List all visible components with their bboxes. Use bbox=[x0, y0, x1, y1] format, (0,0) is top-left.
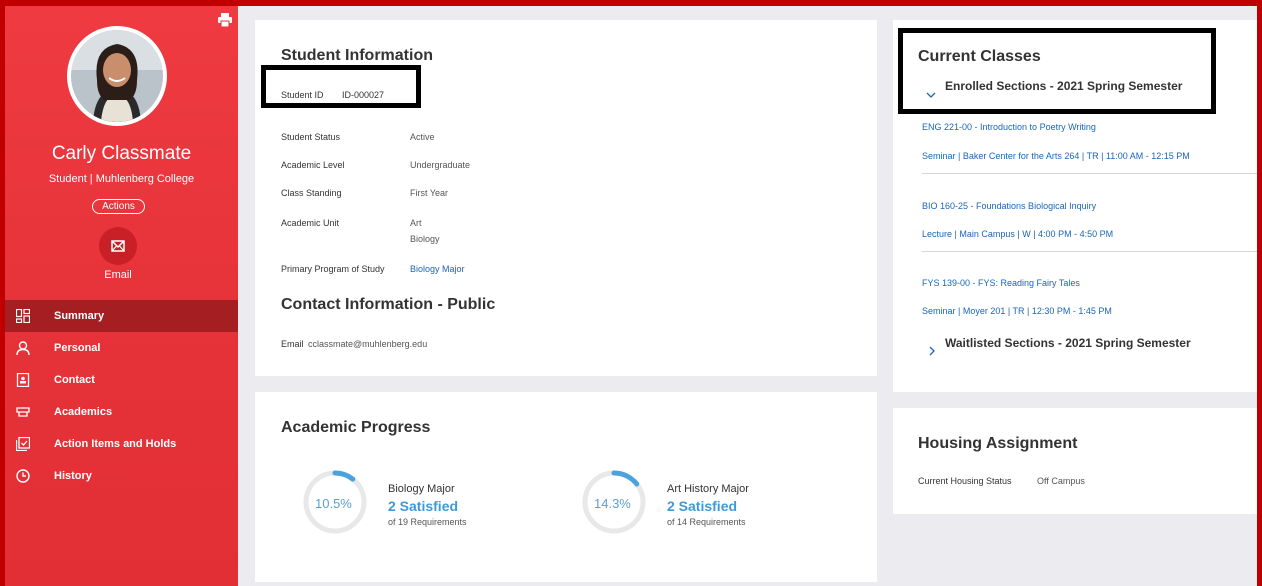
envelope-icon bbox=[111, 240, 125, 252]
academics-icon bbox=[16, 405, 30, 419]
user-name: Carly Classmate bbox=[51, 143, 192, 164]
primary-program-label: Primary Program of Study bbox=[281, 264, 385, 274]
progress-program[interactable]: Art History Major bbox=[667, 483, 749, 495]
student-info-title: Student Information bbox=[281, 47, 433, 64]
academic-unit-value: Biology bbox=[410, 234, 440, 244]
housing-card: Housing Assignment Current Housing Statu… bbox=[893, 408, 1257, 514]
housing-title: Housing Assignment bbox=[918, 435, 1078, 452]
sidebar-item-label: Personal bbox=[54, 342, 101, 354]
chevron-right-icon[interactable] bbox=[929, 343, 936, 361]
progress-requirements: of 19 Requirements bbox=[388, 517, 467, 527]
sidebar-item-label: Academics bbox=[54, 406, 113, 418]
waitlisted-sections-toggle[interactable]: Waitlisted Sections - 2021 Spring Semest… bbox=[945, 336, 1191, 350]
primary-program-link[interactable]: Biology Major bbox=[410, 264, 465, 274]
sidebar-item-history[interactable]: History bbox=[5, 460, 238, 492]
divider bbox=[922, 173, 1257, 174]
avatar[interactable] bbox=[67, 26, 167, 126]
housing-status-label: Current Housing Status bbox=[918, 476, 1012, 486]
academic-progress-card: Academic Progress 10.5% Biology Major 2 … bbox=[255, 392, 877, 582]
academic-unit-label: Academic Unit bbox=[281, 218, 340, 228]
email-button[interactable] bbox=[99, 227, 137, 265]
sidebar-item-action-items[interactable]: Action Items and Holds bbox=[5, 428, 238, 460]
current-classes-card: Current Classes Enrolled Sections - 2021… bbox=[893, 20, 1257, 392]
class-standing-label: Class Standing bbox=[281, 188, 342, 198]
sidebar-item-label: History bbox=[54, 470, 92, 482]
student-id-value: ID-000027 bbox=[342, 90, 385, 100]
contact-title: Contact Information - Public bbox=[281, 296, 496, 313]
user-role: Student | Muhlenberg College bbox=[48, 173, 195, 185]
highlight-box bbox=[898, 28, 1216, 114]
sidebar-nav: Summary Personal Contact Academics Actio… bbox=[5, 300, 238, 492]
sidebar-item-summary[interactable]: Summary bbox=[5, 300, 238, 332]
contact-email-value[interactable]: cclassmate@muhlenberg.edu bbox=[308, 339, 427, 349]
sidebar-item-label: Action Items and Holds bbox=[54, 438, 177, 450]
progress-percent: 14.3% bbox=[594, 496, 631, 511]
sidebar-item-personal[interactable]: Personal bbox=[5, 332, 238, 364]
app-frame: Carly Classmate Student | Muhlenberg Col… bbox=[5, 6, 1257, 586]
print-icon[interactable] bbox=[218, 13, 232, 28]
course-link[interactable]: BIO 160-25 - Foundations Biological Inqu… bbox=[922, 201, 1096, 211]
academic-level-value: Undergraduate bbox=[410, 160, 471, 170]
academic-unit-value: Art bbox=[410, 218, 422, 228]
progress-satisfied[interactable]: 2 Satisfied bbox=[667, 498, 737, 514]
housing-status-value: Off Campus bbox=[1037, 476, 1085, 486]
section-detail[interactable]: Seminar | Baker Center for the Arts 264 … bbox=[922, 151, 1190, 161]
dashboard-icon bbox=[16, 309, 30, 323]
student-id-label: Student ID bbox=[281, 90, 324, 100]
sidebar-item-label: Summary bbox=[54, 310, 105, 322]
progress-requirements: of 14 Requirements bbox=[667, 517, 746, 527]
checklist-icon bbox=[16, 437, 30, 451]
student-status-value: Active bbox=[410, 132, 435, 142]
highlight-box bbox=[261, 65, 421, 108]
contact-email-label: Email bbox=[281, 339, 304, 349]
course-link[interactable]: FYS 139-00 - FYS: Reading Fairy Tales bbox=[922, 278, 1080, 288]
sidebar-item-label: Contact bbox=[54, 374, 95, 386]
sidebar-item-academics[interactable]: Academics bbox=[5, 396, 238, 428]
course-link[interactable]: ENG 221-00 - Introduction to Poetry Writ… bbox=[922, 122, 1096, 132]
academic-level-label: Academic Level bbox=[281, 160, 345, 170]
academic-progress-title: Academic Progress bbox=[281, 419, 431, 436]
student-status-label: Student Status bbox=[281, 132, 341, 142]
student-info-card: Student Information Student ID ID-000027… bbox=[255, 20, 877, 376]
chevron-down-icon[interactable] bbox=[926, 86, 936, 104]
section-detail[interactable]: Lecture | Main Campus | W | 4:00 PM - 4:… bbox=[922, 229, 1113, 239]
divider bbox=[922, 251, 1257, 252]
current-classes-title: Current Classes bbox=[918, 48, 1041, 65]
clock-icon bbox=[16, 469, 30, 483]
progress-satisfied[interactable]: 2 Satisfied bbox=[388, 498, 458, 514]
enrolled-sections-toggle[interactable]: Enrolled Sections - 2021 Spring Semester bbox=[945, 79, 1182, 93]
actions-button[interactable]: Actions bbox=[92, 199, 145, 214]
class-standing-value: First Year bbox=[410, 188, 449, 198]
sidebar-item-contact[interactable]: Contact bbox=[5, 364, 238, 396]
progress-percent: 10.5% bbox=[315, 496, 352, 511]
person-icon bbox=[16, 341, 30, 355]
section-detail[interactable]: Seminar | Moyer 201 | TR | 12:30 PM - 1:… bbox=[922, 306, 1112, 316]
profile-sidebar: Carly Classmate Student | Muhlenberg Col… bbox=[5, 6, 238, 586]
progress-program[interactable]: Biology Major bbox=[388, 483, 455, 495]
contact-card-icon bbox=[16, 373, 30, 387]
email-label: Email bbox=[104, 269, 132, 281]
